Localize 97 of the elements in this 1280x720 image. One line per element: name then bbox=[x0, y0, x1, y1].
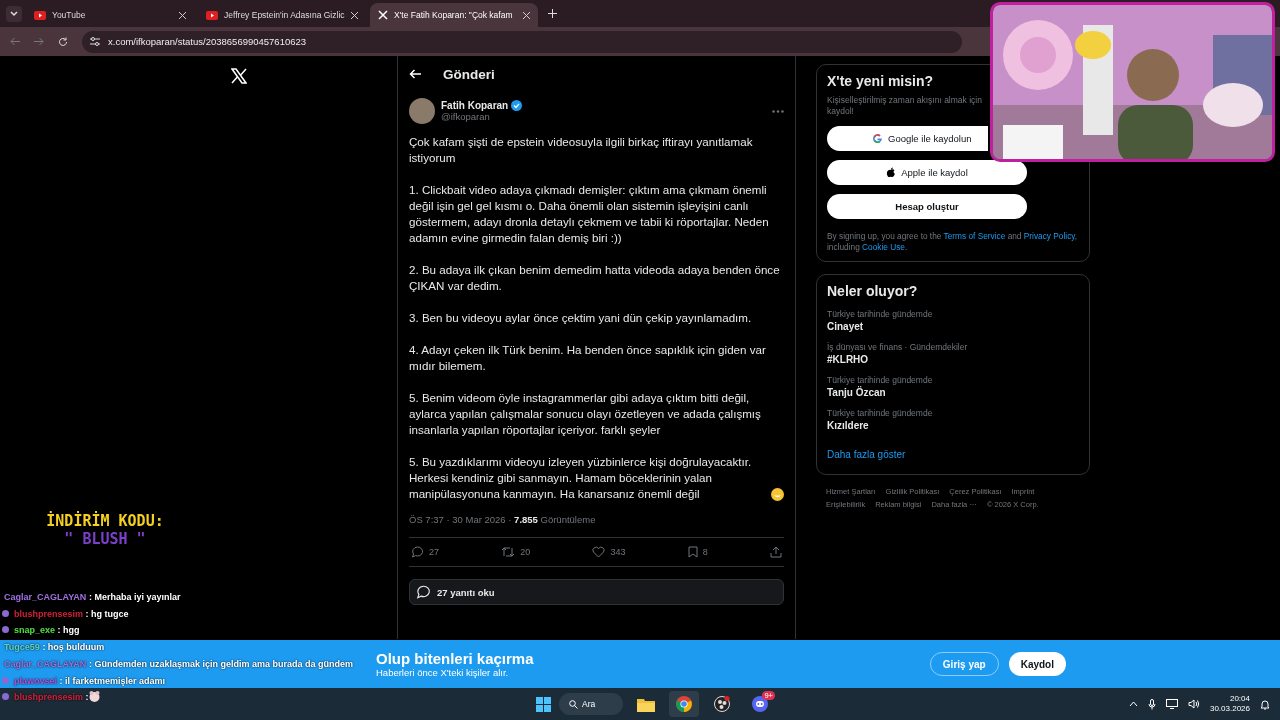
youtube-icon bbox=[34, 10, 46, 20]
browser-tab[interactable]: Jeffrey Epstein'in Adasına Gizlic bbox=[198, 3, 366, 27]
card-subtitle: Kişiselleştirilmiş zaman akışını almak için kaydol! bbox=[827, 95, 983, 117]
tab-list-button[interactable] bbox=[6, 5, 22, 22]
author-name[interactable]: Fatih Koparan bbox=[441, 100, 509, 111]
post-text: 5. Benim videom öyle instagrammerlar gibi adaya çıktım bitti değil, aylarca yapılan çalışmalar sonucu olayı özetleyen ve adada çalışmış insanlarla yapılan röportajlar içeriyor. farklı şeyler bbox=[409, 391, 761, 436]
volume-icon[interactable] bbox=[1187, 699, 1200, 709]
trend-context: Türkiye tarihinde gündemde bbox=[827, 408, 934, 418]
record-app-icon bbox=[714, 696, 730, 712]
windows-start-icon[interactable] bbox=[536, 696, 551, 712]
microphone-icon[interactable] bbox=[1147, 698, 1156, 710]
x-logo-icon bbox=[378, 10, 388, 20]
trend-topic[interactable]: #KLRHO bbox=[827, 354, 1079, 365]
card-title: X'te yeni misin? bbox=[827, 73, 935, 89]
smiling-emoji-icon bbox=[771, 488, 784, 501]
signup-button[interactable]: Apple ile kaydol bbox=[827, 160, 1027, 185]
forward-icon[interactable] bbox=[34, 37, 44, 46]
clock-time[interactable]: 20:04 bbox=[1209, 694, 1250, 704]
reload-icon[interactable] bbox=[58, 36, 68, 47]
trend-context: Türkiye tarihinde gündemde bbox=[827, 309, 934, 319]
register-button[interactable]: Kaydol bbox=[1008, 652, 1066, 676]
trend-topic[interactable]: Cinayet bbox=[827, 321, 1079, 332]
trend-context: İş dünyası ve finans · Gündemdekiler bbox=[827, 342, 969, 352]
chat-username: Caglar_CAGLAYAN bbox=[4, 658, 87, 669]
heart-icon bbox=[592, 546, 606, 558]
post-text: 5. Bu yazdıklarımı videoyu izleyen yüzbinlerce kişi doğrulayacaktır. Herkesi kendiniz gibi sanmayın. Hamam böceklerinin yalan manipülasyonuna kanmayın. Ha kanarsanız önemli değil bbox=[409, 454, 753, 502]
signup-button[interactable]: Google ile kaydolun bbox=[827, 126, 988, 151]
network-icon[interactable] bbox=[1165, 699, 1178, 709]
post-meta: ÖS 7:37 · 30 Mar 2026 · 7.855 Görüntüleme bbox=[409, 514, 784, 538]
search-icon bbox=[569, 699, 578, 709]
bookmark-icon bbox=[687, 546, 698, 558]
chat-username: blushprensesim bbox=[14, 608, 84, 619]
chat-username: Caglar_CAGLAYAN bbox=[4, 592, 87, 602]
repost-icon bbox=[501, 546, 516, 558]
trend-topic[interactable]: Tanju Özcan bbox=[827, 387, 1079, 398]
chevron-up-icon[interactable] bbox=[1128, 701, 1138, 707]
folder-icon bbox=[637, 696, 655, 712]
google-g-icon bbox=[872, 133, 883, 144]
back-icon[interactable] bbox=[10, 37, 20, 46]
promo-code: " BLUSH " bbox=[64, 530, 146, 548]
post-text: 2. Bu adaya ilk çıkan benim demedim hatta videoda adaya benden önce ÇIKAN var dedim. bbox=[409, 263, 780, 292]
chat-message: : bbox=[85, 692, 89, 703]
share-icon bbox=[769, 546, 782, 558]
chat-username: plawovsei bbox=[14, 675, 58, 686]
taskbar-search[interactable]: Ara bbox=[559, 693, 623, 715]
chat-message: : hoş bulduum bbox=[42, 642, 105, 653]
chat-message: : il farketmemişler adamı bbox=[59, 675, 166, 686]
site-settings-icon bbox=[90, 37, 100, 46]
banner-subtitle: Haberleri önce X'teki kişiler alır. bbox=[376, 667, 510, 678]
chat-message: : Gündemden uzaklaşmak için geldim ama burada da gündem bbox=[88, 658, 353, 669]
clock-date[interactable]: 30.03.2026 bbox=[1209, 704, 1250, 714]
x-logo-icon[interactable] bbox=[230, 68, 247, 84]
promo-title: İNDİRİM KODU: bbox=[46, 512, 164, 530]
youtube-icon bbox=[206, 10, 218, 20]
chat-message: : hg tugce bbox=[85, 608, 129, 619]
browser-tab[interactable]: YouTube bbox=[26, 3, 194, 27]
comment-icon bbox=[411, 546, 424, 558]
repost-button[interactable]: 20 bbox=[501, 546, 531, 558]
chevron-down-icon bbox=[10, 10, 18, 17]
comment-icon bbox=[416, 585, 431, 599]
legal-text: By signing up, you agree to the Terms of Service and Privacy Policy, including Cookie Use. bbox=[827, 231, 1079, 253]
like-button[interactable]: 343 bbox=[592, 546, 626, 558]
apple-icon bbox=[886, 167, 897, 178]
close-icon[interactable] bbox=[179, 11, 186, 19]
avatar[interactable] bbox=[409, 98, 435, 124]
taskbar-app[interactable] bbox=[669, 691, 699, 717]
notification-bell-icon[interactable] bbox=[1260, 698, 1270, 710]
more-options-icon[interactable] bbox=[772, 109, 784, 113]
card-title: Neler oluyor? bbox=[827, 283, 919, 299]
trend-context: Türkiye tarihinde gündemde bbox=[827, 375, 934, 385]
new-tab-icon[interactable] bbox=[548, 9, 557, 18]
chrome-icon bbox=[676, 696, 692, 712]
read-replies-button[interactable]: 27 yanıtı oku bbox=[409, 579, 784, 605]
close-icon[interactable] bbox=[351, 11, 358, 19]
bookmark-button[interactable]: 8 bbox=[687, 546, 708, 558]
chat-app-icon bbox=[752, 696, 768, 712]
signup-button[interactable]: Hesap oluştur bbox=[827, 194, 1027, 219]
browser-tab[interactable]: X'te Fatih Koparan: "Çok kafam bbox=[370, 3, 538, 27]
chat-message: : Merhaba iyi yayınlar bbox=[88, 592, 181, 602]
author-handle[interactable]: @ifkoparan bbox=[441, 111, 523, 122]
trend-topic[interactable]: Kızıldere bbox=[827, 420, 1079, 431]
share-button[interactable] bbox=[769, 546, 782, 558]
chat-message: : hgg bbox=[57, 625, 80, 636]
show-more-link[interactable]: Daha fazla göster bbox=[827, 449, 1079, 460]
chat-username: Tugce59 bbox=[4, 642, 40, 653]
chat-username: snap_exe bbox=[14, 625, 56, 636]
back-arrow-icon[interactable] bbox=[409, 69, 421, 79]
chat-username: blushprensesim bbox=[14, 692, 84, 703]
post-text: Çok kafam şişti de epstein videosuyla ilgili birkaç iftirayı yanıtlamak istiyorum bbox=[409, 135, 753, 164]
post-text: 4. Adayı çeken ilk Türk benim. Ha benden önce sapıklık için giden var mıdır bilemem. bbox=[409, 343, 766, 372]
post-text: 3. Ben bu videoyu aylar önce çektim yani dün çekip yayınlamadım. bbox=[409, 311, 752, 324]
close-icon[interactable] bbox=[523, 11, 530, 19]
banner-title: Olup bitenleri kaçırma bbox=[376, 650, 534, 667]
post-text: 1. Clickbait video adaya çıkmadı demişler: çıktım ama çıkmam önemli değil işin gel gel kısmı o. Daha önemli olan sistemin işleyişini canlı göstermem, adayı dronla detaylı çekmem ve tabii ki röportajlar. Neden adamın evine girmedin falan demiş biri :)) bbox=[409, 183, 769, 244]
page-title: Gönderi bbox=[443, 66, 495, 82]
reply-button[interactable]: 27 bbox=[411, 546, 439, 558]
address-bar[interactable]: x.com/ifkoparan/status/2038656990457610623 bbox=[82, 30, 962, 53]
